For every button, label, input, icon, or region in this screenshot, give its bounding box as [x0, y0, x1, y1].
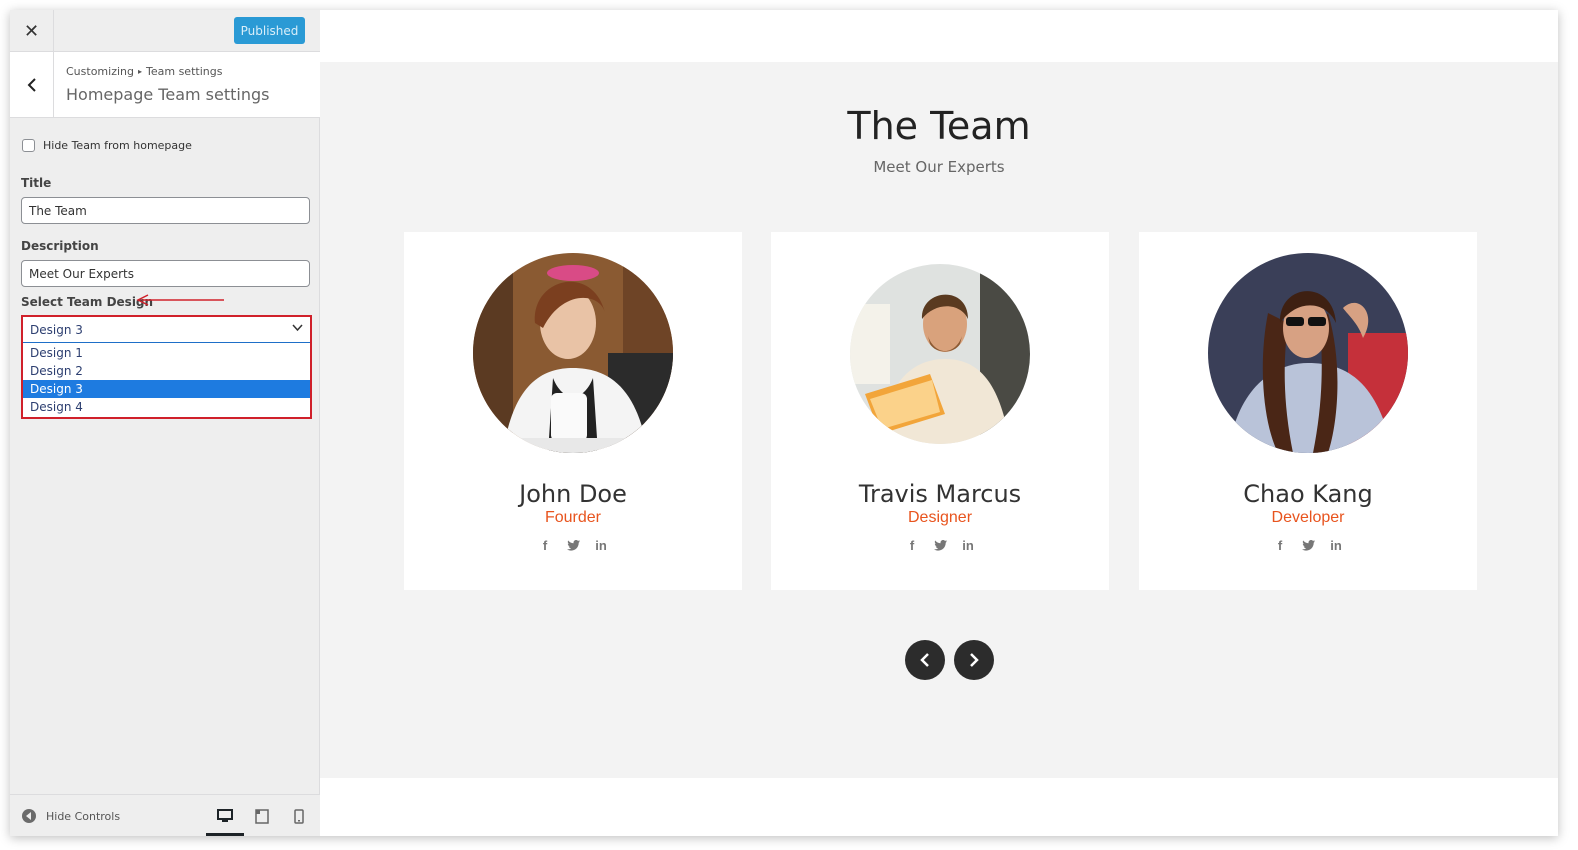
member-name: Travis Marcus — [858, 480, 1022, 508]
breadcrumb: Customizing ▸ Team settings — [66, 65, 222, 78]
customizer-sidebar: ✕ Published Customizing ▸ Team settings Ho… — [10, 10, 320, 836]
title-input[interactable]: The Team — [21, 197, 310, 224]
design-option-3[interactable]: Design 3 — [23, 380, 310, 398]
annotation-arrow-icon — [136, 294, 224, 306]
chevron-down-icon — [292, 324, 303, 332]
title-label: Title — [21, 176, 52, 190]
desktop-preview-button[interactable] — [215, 807, 235, 825]
team-subtitle: Meet Our Experts — [873, 158, 1005, 176]
chevron-right-icon — [970, 653, 979, 667]
hide-team-checkbox[interactable] — [22, 139, 35, 152]
design-option-1[interactable]: Design 1 — [23, 344, 310, 362]
design-select-value: Design 3 — [30, 323, 83, 337]
member-role: Developer — [1271, 509, 1345, 526]
chevron-left-icon — [920, 653, 929, 667]
linkedin-icon[interactable]: in — [593, 537, 609, 553]
breadcrumb-root: Customizing — [66, 65, 134, 78]
select-design-label: Select Team Design — [21, 295, 154, 309]
hide-controls-button[interactable]: Hide Controls — [22, 809, 120, 823]
collapse-icon — [22, 809, 36, 823]
twitter-icon[interactable] — [932, 537, 948, 553]
carousel-prev-button[interactable] — [905, 640, 945, 680]
desktop-icon — [217, 809, 233, 822]
mobile-preview-button[interactable] — [289, 807, 309, 825]
team-card: John Doe Fourder f in — [404, 232, 742, 590]
linkedin-icon[interactable]: in — [1328, 537, 1344, 553]
close-button[interactable]: ✕ — [10, 10, 54, 52]
hide-controls-label: Hide Controls — [46, 809, 121, 823]
member-photo — [1208, 253, 1408, 453]
member-photo — [850, 264, 1030, 444]
member-name: Chao Kang — [1243, 480, 1373, 508]
member-photo — [473, 253, 673, 453]
site-preview: The Team Meet Our Experts John Doe Fourd… — [320, 10, 1558, 836]
description-input[interactable]: Meet Our Experts — [21, 260, 310, 287]
twitter-icon[interactable] — [565, 537, 581, 553]
hide-team-option[interactable]: Hide Team from homepage — [22, 139, 192, 152]
close-icon: ✕ — [23, 20, 40, 42]
mobile-icon — [294, 808, 304, 824]
design-option-2[interactable]: Design 2 — [23, 362, 310, 380]
chevron-left-icon — [27, 78, 36, 92]
linkedin-icon[interactable]: in — [960, 537, 976, 553]
breadcrumb-section: Team settings — [146, 65, 223, 78]
twitter-icon[interactable] — [1300, 537, 1316, 553]
hide-team-label: Hide Team from homepage — [43, 139, 192, 152]
member-role: Fourder — [544, 509, 602, 526]
team-card: Chao Kang Developer f in — [1139, 232, 1477, 590]
active-device-indicator — [206, 833, 244, 836]
social-links: f in — [1139, 537, 1477, 553]
facebook-icon[interactable]: f — [1272, 537, 1288, 553]
section-header: Customizing ▸ Team settings Homepage Team … — [10, 52, 320, 118]
member-role: Designer — [907, 509, 973, 526]
sidebar-footer: Hide Controls — [10, 794, 320, 836]
team-title: The Team — [847, 104, 1031, 148]
social-links: f in — [404, 537, 742, 553]
design-option-4[interactable]: Design 4 — [23, 398, 310, 416]
sidebar-header: ✕ Published — [10, 10, 320, 52]
tablet-icon — [255, 808, 269, 824]
design-select[interactable]: Design 3 — [23, 317, 310, 343]
design-dropdown-highlight: Design 3 Design 1 Design 2 Design 3 Desi… — [21, 315, 312, 419]
facebook-icon[interactable]: f — [537, 537, 553, 553]
facebook-icon[interactable]: f — [904, 537, 920, 553]
team-card: Travis Marcus Designer f in — [771, 232, 1109, 590]
description-label: Description — [21, 239, 99, 253]
breadcrumb-separator-icon: ▸ — [137, 67, 142, 76]
publish-button[interactable]: Published — [234, 17, 305, 44]
customizer-window: ✕ Published Customizing ▸ Team settings Ho… — [10, 10, 1558, 836]
social-links: f in — [771, 537, 1109, 553]
section-title: Homepage Team settings — [66, 85, 270, 104]
back-button[interactable] — [10, 52, 54, 118]
tablet-preview-button[interactable] — [252, 807, 272, 825]
carousel-next-button[interactable] — [954, 640, 994, 680]
member-name: John Doe — [519, 480, 627, 508]
